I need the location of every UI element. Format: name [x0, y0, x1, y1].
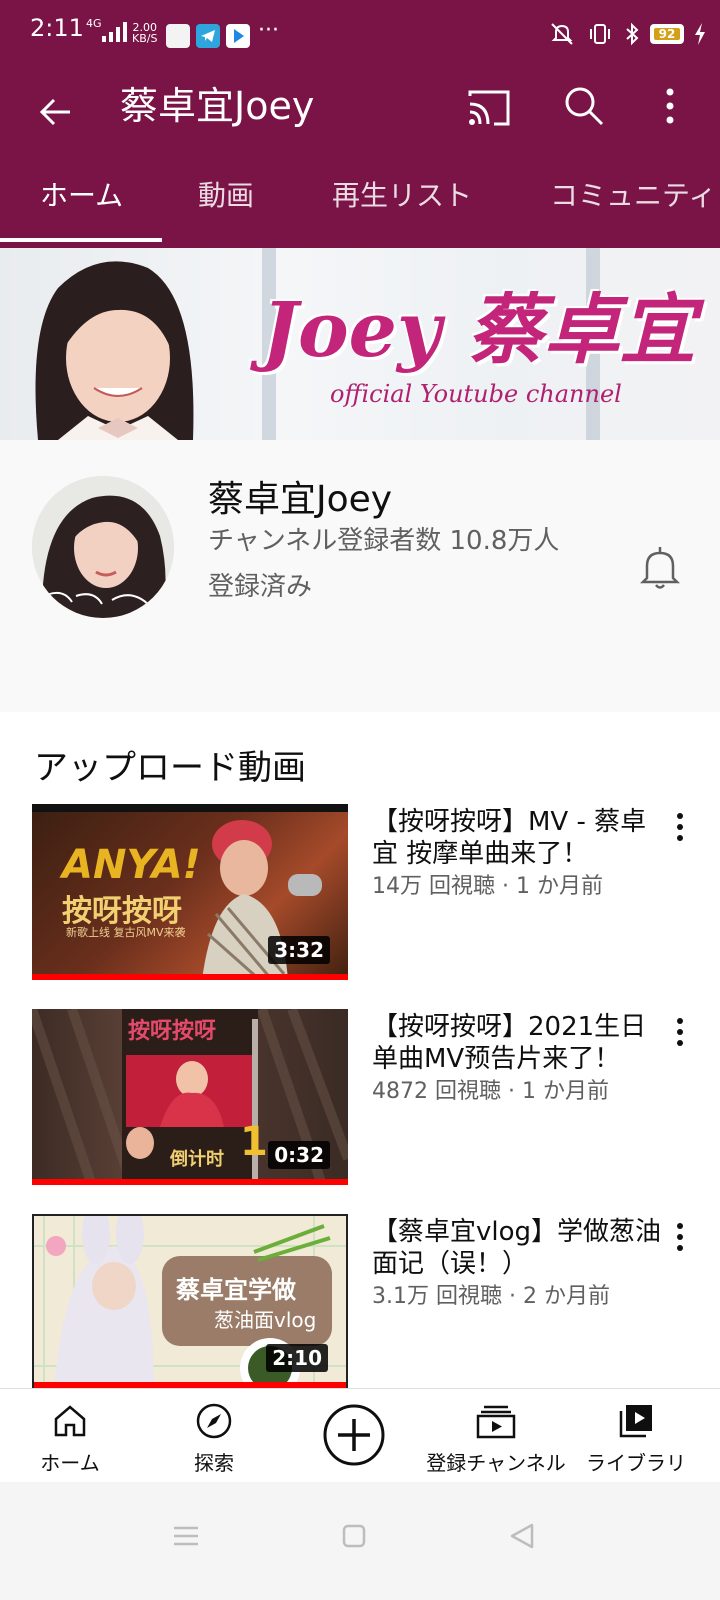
watch-progress-bar — [32, 1179, 348, 1185]
avatar-image — [32, 476, 174, 618]
video-duration: 0:32 — [268, 1141, 330, 1169]
status-right-icons: 92 — [548, 22, 706, 46]
more-vert-icon[interactable] — [668, 1220, 692, 1254]
bluetooth-icon — [626, 22, 639, 46]
tab-videos[interactable]: 動画 — [198, 174, 254, 248]
video-meta: 14万 回視聴 · 1 か月前 — [372, 874, 603, 899]
more-vert-icon[interactable] — [668, 1015, 692, 1049]
network-type: 4G — [86, 17, 102, 30]
bottom-navigation: ホーム 探索 登録チャンネル ライブラリ — [0, 1388, 720, 1482]
video-duration: 3:32 — [268, 936, 330, 964]
subscriber-count: チャンネル登録者数 10.8万人 — [208, 526, 560, 556]
status-bar: 2:11 4G 2.00 KB/S ··· 92 — [0, 0, 720, 56]
thumbnail-text: 倒计时 — [170, 1149, 224, 1170]
thumbnail-text: 按呀按呀 — [128, 1018, 217, 1044]
more-vert-icon[interactable] — [668, 810, 692, 844]
banner-subtitle: official Youtube channel — [330, 380, 622, 408]
active-tab-indicator — [0, 238, 162, 242]
video-meta: 4872 回視聴 · 1 か月前 — [372, 1079, 609, 1104]
nav-subscriptions-label: 登録チャンネル — [426, 1451, 566, 1475]
telegram-icon — [196, 24, 220, 48]
system-navigation-bar — [0, 1482, 720, 1600]
home-button-icon[interactable] — [340, 1522, 368, 1550]
thumbnail-text: 葱油面vlog — [214, 1308, 317, 1332]
back-arrow-icon[interactable] — [28, 84, 84, 140]
channel-name: 蔡卓宜Joey — [208, 479, 393, 520]
nav-explore[interactable]: 探索 — [164, 1389, 264, 1483]
battery-icon: 92 — [650, 24, 684, 44]
home-icon — [54, 1405, 86, 1437]
nav-subscriptions[interactable]: 登録チャンネル — [424, 1389, 568, 1483]
nav-library-label: ライブラリ — [586, 1451, 686, 1475]
library-icon — [619, 1405, 652, 1438]
subscribed-status[interactable]: 登録済み — [208, 566, 312, 603]
thumbnail-text: ANYA! — [62, 842, 201, 888]
subscriptions-icon — [476, 1405, 516, 1439]
create-plus-icon[interactable] — [322, 1403, 386, 1467]
signal-icon — [102, 22, 127, 42]
video-app-icon — [226, 24, 250, 48]
channel-tabs: ホーム 動画 再生リスト コミュニティ — [0, 174, 720, 248]
video-thumbnail[interactable]: 蔡卓宜学做 葱油面vlog 2:10 — [32, 1214, 348, 1390]
compass-icon — [196, 1403, 232, 1439]
nav-library[interactable]: ライブラリ — [584, 1389, 688, 1483]
video-list-item[interactable]: 蔡卓宜学做 葱油面vlog 2:10 【蔡卓宜vlog】学做葱油面记（误！） 3… — [0, 1214, 720, 1390]
uploads-section-title: アップロード動画 — [34, 748, 306, 788]
recents-icon[interactable] — [172, 1522, 200, 1550]
channel-banner: Joey 蔡卓宜 official Youtube channel — [0, 248, 720, 440]
tab-community[interactable]: コミュニティ — [550, 174, 716, 248]
nav-explore-label: 探索 — [194, 1451, 234, 1475]
watch-progress-bar — [32, 974, 348, 980]
status-time: 2:11 — [30, 14, 84, 42]
banner-title: Joey 蔡卓宜 — [262, 285, 696, 374]
video-title[interactable]: 【按呀按呀】2021生日单曲MV预告片来了！ — [372, 1011, 662, 1075]
video-duration: 2:10 — [266, 1344, 328, 1372]
notification-bell-icon[interactable] — [638, 544, 682, 592]
search-icon[interactable] — [558, 80, 610, 132]
channel-app-bar: 蔡卓宜Joey ホーム 動画 再生リスト コミュニティ — [0, 56, 720, 248]
thumbnail-text: 蔡卓宜学做 — [176, 1276, 296, 1304]
net-speed: 2.00 KB/S — [132, 22, 157, 44]
cast-icon[interactable] — [464, 82, 516, 134]
nav-home-label: ホーム — [40, 1451, 100, 1475]
app-notification-icon — [166, 24, 190, 48]
tab-playlists[interactable]: 再生リスト — [332, 174, 472, 248]
avatar[interactable] — [32, 476, 174, 618]
nav-home[interactable]: ホーム — [20, 1389, 120, 1483]
video-list-item[interactable]: 按呀按呀 倒计时 1 0:32 【按呀按呀】2021生日单曲MV预告片来了！ 4… — [0, 1009, 720, 1185]
thumbnail-text: 1 — [240, 1119, 268, 1165]
banner-portrait — [35, 261, 194, 440]
video-list-item[interactable]: ANYA! 按呀按呀 新歌上线 复古风MV来袭 3:32 【按呀按呀】MV - … — [0, 804, 720, 980]
mute-vibrate-icon — [551, 23, 573, 45]
back-button-icon[interactable] — [508, 1522, 536, 1550]
video-thumbnail[interactable]: ANYA! 按呀按呀 新歌上线 复古风MV来袭 3:32 — [32, 804, 348, 980]
net-speed-unit: KB/S — [132, 32, 158, 45]
video-title[interactable]: 【蔡卓宜vlog】学做葱油面记（误！） — [372, 1216, 662, 1280]
video-title[interactable]: 【按呀按呀】MV - 蔡卓宜 按摩单曲来了！ — [372, 806, 662, 870]
video-thumbnail[interactable]: 按呀按呀 倒计时 1 0:32 — [32, 1009, 348, 1185]
channel-header: 蔡卓宜Joey チャンネル登録者数 10.8万人 登録済み — [0, 440, 720, 712]
tab-home[interactable]: ホーム — [40, 174, 123, 248]
more-notifications-icon: ··· — [258, 18, 279, 43]
app-bar-title: 蔡卓宜Joey — [120, 84, 315, 128]
battery-level: 92 — [658, 27, 676, 41]
thumbnail-text: 新歌上线 复古风MV来袭 — [66, 926, 186, 939]
vibrate-icon — [590, 24, 610, 44]
more-vert-icon[interactable] — [650, 80, 690, 132]
video-meta: 3.1万 回視聴 · 2 か月前 — [372, 1284, 610, 1309]
charging-icon — [695, 23, 705, 45]
